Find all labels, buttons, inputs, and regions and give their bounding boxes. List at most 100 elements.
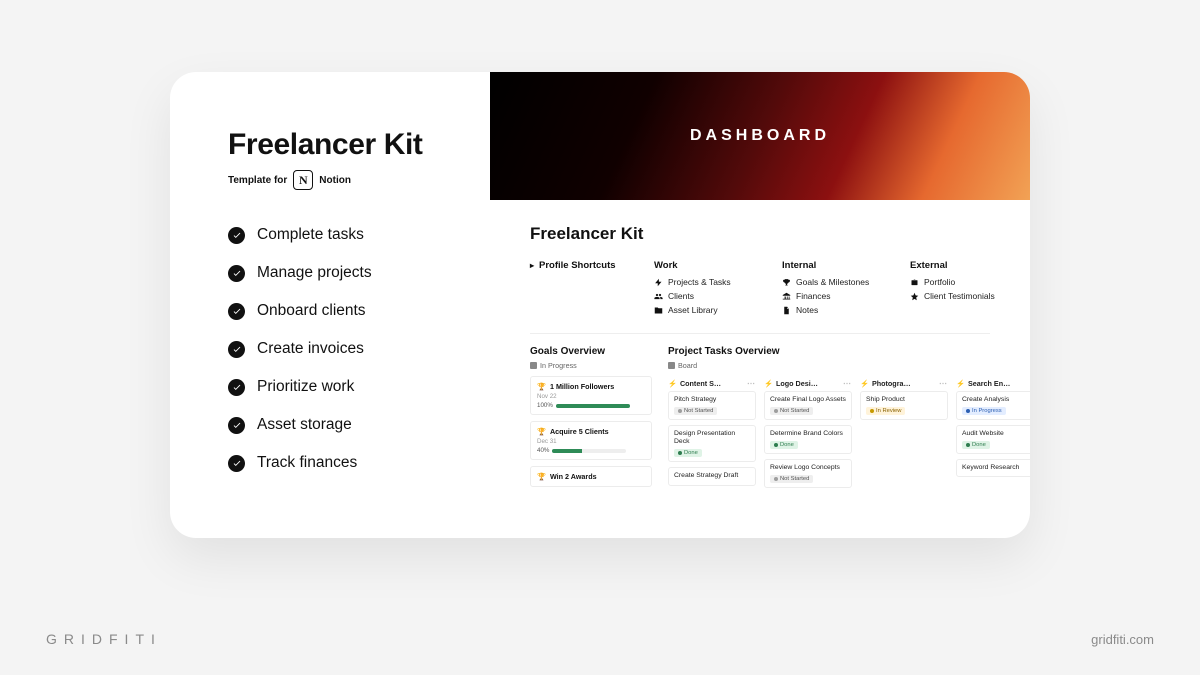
feature-item: Track finances (228, 454, 482, 472)
task-card[interactable]: Create Strategy Draft (668, 467, 756, 485)
goal-card[interactable]: 🏆1 Million FollowersNov 22100% (530, 376, 652, 415)
brand-wordmark: GRIDFITI (46, 631, 162, 647)
status-badge: Not Started (674, 407, 717, 415)
task-card[interactable]: Ship ProductIn Review (860, 391, 948, 420)
board-column-header[interactable]: ⚡Search En…⋯ (956, 376, 1030, 391)
goals-filter[interactable]: In Progress (530, 361, 652, 370)
feature-item: Onboard clients (228, 302, 482, 320)
check-icon (228, 455, 245, 472)
feature-label: Manage projects (257, 264, 372, 282)
status-badge: Not Started (770, 475, 813, 483)
internal-heading: Internal (782, 260, 882, 271)
check-icon (228, 227, 245, 244)
caret-right-icon: ▸ (530, 261, 534, 270)
task-card[interactable]: Keyword Research (956, 459, 1030, 477)
promo-card: Freelancer Kit Template for N Notion Com… (170, 72, 1030, 538)
board-column-header[interactable]: ⚡Logo Desi…⋯ (764, 376, 852, 391)
status-badge: Done (962, 441, 990, 449)
star-icon (910, 292, 919, 301)
tasks-title: Project Tasks Overview (668, 346, 1030, 357)
feature-label: Create invoices (257, 340, 364, 358)
feature-label: Asset storage (257, 416, 352, 434)
link-portfolio[interactable]: Portfolio (910, 277, 1010, 287)
feature-label: Complete tasks (257, 226, 364, 244)
feature-item: Asset storage (228, 416, 482, 434)
feature-item: Complete tasks (228, 226, 482, 244)
external-column: External Portfolio Client Testimonials (910, 260, 1010, 319)
work-column: Work Projects & Tasks Clients Asset Libr… (654, 260, 754, 319)
check-icon (228, 265, 245, 282)
trophy-icon (782, 278, 791, 287)
shortcuts-row: ▸ Profile Shortcuts Work Projects & Task… (530, 260, 1030, 319)
feature-list: Complete tasks Manage projects Onboard cli… (228, 226, 482, 472)
link-clients[interactable]: Clients (654, 291, 754, 301)
check-icon (228, 379, 245, 396)
profile-shortcuts-toggle[interactable]: ▸ Profile Shortcuts (530, 260, 626, 271)
task-board: ⚡Content S…⋯Pitch StrategyNot Started Des… (668, 376, 1030, 493)
board-column-header[interactable]: ⚡Photogra…⋯ (860, 376, 948, 391)
status-badge: Not Started (770, 407, 813, 415)
task-card[interactable]: Create AnalysisIn Progress (956, 391, 1030, 420)
board-column: ⚡Content S…⋯Pitch StrategyNot Started Des… (668, 376, 756, 493)
bolt-icon: ⚡ (764, 379, 773, 388)
board-column: ⚡Photogra…⋯Ship ProductIn Review (860, 376, 948, 493)
feature-item: Create invoices (228, 340, 482, 358)
goal-card[interactable]: 🏆Win 2 Awards (530, 466, 652, 487)
task-card[interactable]: Determine Brand ColorsDone (764, 425, 852, 454)
briefcase-icon (910, 278, 919, 287)
more-icon[interactable]: ⋯ (843, 379, 852, 388)
template-for-label: Template for (228, 175, 287, 186)
folder-icon (654, 306, 663, 315)
task-card[interactable]: Create Final Logo AssetsNot Started (764, 391, 852, 420)
bank-icon (782, 292, 791, 301)
list-icon (530, 362, 537, 369)
link-asset-library[interactable]: Asset Library (654, 305, 754, 315)
document-icon (782, 306, 791, 315)
link-testimonials[interactable]: Client Testimonials (910, 291, 1010, 301)
check-icon (228, 417, 245, 434)
notion-name: Notion (319, 175, 351, 186)
link-finances[interactable]: Finances (782, 291, 882, 301)
goals-overview: Goals Overview In Progress 🏆1 Million Fo… (530, 346, 652, 493)
dashboard-banner: DASHBOARD (490, 72, 1030, 200)
board-column: ⚡Logo Desi…⋯Create Final Logo AssetsNot … (764, 376, 852, 493)
link-projects-tasks[interactable]: Projects & Tasks (654, 277, 754, 287)
status-badge: Done (770, 441, 798, 449)
status-badge: In Review (866, 407, 905, 415)
profile-shortcuts-label: Profile Shortcuts (539, 260, 616, 271)
status-badge: Done (674, 449, 702, 457)
status-badge: In Progress (962, 407, 1006, 415)
profile-shortcuts[interactable]: ▸ Profile Shortcuts (530, 260, 626, 319)
goal-card[interactable]: 🏆Acquire 5 ClientsDec 3140% (530, 421, 652, 460)
task-card[interactable]: Pitch StrategyNot Started (668, 391, 756, 420)
link-notes[interactable]: Notes (782, 305, 882, 315)
bolt-icon: ⚡ (956, 379, 965, 388)
task-card[interactable]: Audit WebsiteDone (956, 425, 1030, 454)
feature-item: Manage projects (228, 264, 482, 282)
tasks-filter[interactable]: Board (668, 361, 1030, 370)
external-heading: External (910, 260, 1010, 271)
divider (530, 333, 990, 334)
tasks-overview: Project Tasks Overview Board ⚡Content S…… (668, 346, 1030, 493)
page-title: Freelancer Kit (530, 224, 1030, 244)
trophy-icon: 🏆 (537, 382, 546, 391)
task-card[interactable]: Design Presentation DeckDone (668, 425, 756, 462)
more-icon[interactable]: ⋯ (747, 379, 756, 388)
notion-preview: DASHBOARD Freelancer Kit ▸ Profile Short… (490, 72, 1030, 538)
board-column-header[interactable]: ⚡Content S…⋯ (668, 376, 756, 391)
promo-title: Freelancer Kit (228, 128, 482, 162)
task-card[interactable]: Review Logo ConceptsNot Started (764, 459, 852, 488)
brand-url[interactable]: gridfiti.com (1091, 632, 1154, 647)
more-icon[interactable]: ⋯ (939, 379, 948, 388)
template-for-line: Template for N Notion (228, 170, 482, 190)
people-icon (654, 292, 663, 301)
overview-row: Goals Overview In Progress 🏆1 Million Fo… (530, 346, 1030, 493)
trophy-icon: 🏆 (537, 427, 546, 436)
link-goals[interactable]: Goals & Milestones (782, 277, 882, 287)
feature-label: Track finances (257, 454, 357, 472)
feature-label: Onboard clients (257, 302, 366, 320)
bolt-icon (654, 278, 663, 287)
notion-page: Freelancer Kit ▸ Profile Shortcuts Work … (490, 200, 1030, 493)
banner-title: DASHBOARD (690, 127, 830, 145)
bolt-icon: ⚡ (668, 379, 677, 388)
